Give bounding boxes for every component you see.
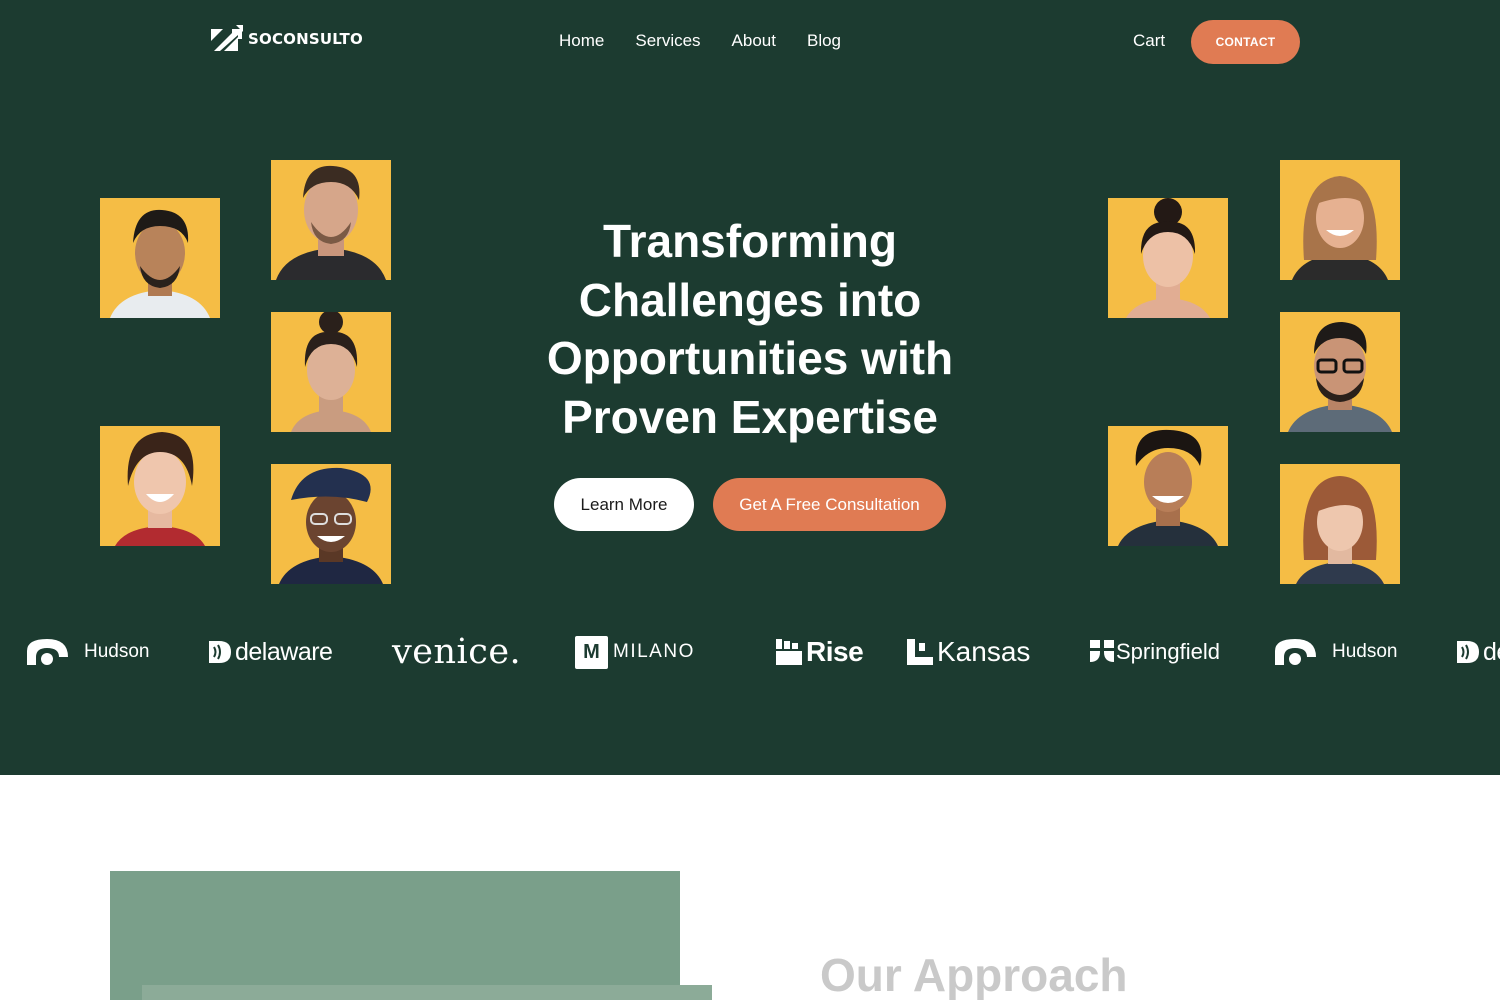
brand-logo-rise: Rise — [776, 632, 864, 672]
hudson-mark-icon — [27, 639, 68, 665]
nav-link-about[interactable]: About — [732, 31, 776, 51]
brand-name: delaware — [235, 637, 333, 666]
brand-name: Hudson — [1332, 641, 1398, 662]
springfield-mark-icon — [1090, 640, 1114, 662]
approach-image — [110, 871, 680, 1000]
delaware-mark-icon — [1457, 641, 1479, 663]
portrait-photo — [100, 198, 220, 318]
learn-more-button[interactable]: Learn More — [554, 478, 694, 531]
brand-name: delaware — [1483, 637, 1500, 666]
portrait-photo — [271, 464, 391, 584]
milano-mark-icon: M — [575, 635, 608, 669]
brand-name: Rise — [806, 636, 864, 667]
portrait-photo — [271, 160, 391, 280]
brand-name: Springfield — [1116, 639, 1220, 664]
portrait-photo — [100, 426, 220, 546]
nav-link-blog[interactable]: Blog — [807, 31, 841, 51]
contact-button[interactable]: CONTACT — [1191, 20, 1300, 64]
brand-logo-delaware: delaware — [208, 632, 333, 672]
portrait-photo — [1108, 426, 1228, 546]
nav-link-services[interactable]: Services — [635, 31, 700, 51]
logo-mark-icon — [211, 25, 243, 51]
brand-logo-hudson: Hudson — [1273, 632, 1398, 672]
brand-name: Kansas — [937, 636, 1031, 667]
nav-link-home[interactable]: Home — [559, 31, 604, 51]
portrait-photo — [1280, 464, 1400, 584]
delaware-mark-icon — [209, 641, 231, 663]
brand-logo-springfield: Springfield — [1090, 632, 1220, 672]
brand-logo-venice: venice. — [392, 632, 521, 672]
logo-text: SOCONSULTO — [248, 30, 363, 48]
approach-title: Our Approach — [820, 949, 1128, 1000]
brand-logo-kansas: Kansas — [907, 632, 1030, 672]
brand-logo-milano: M MILANO — [575, 632, 695, 672]
hero-section: SOCONSULTO Home Services About Blog Cart… — [0, 0, 1500, 775]
headline-line: Challenges into — [578, 273, 922, 326]
headline-line: Proven Expertise — [562, 390, 938, 443]
portrait-photo — [1280, 160, 1400, 280]
site-logo[interactable]: SOCONSULTO — [210, 25, 363, 53]
free-consultation-button[interactable]: Get A Free Consultation — [713, 478, 946, 531]
approach-image-overlay — [142, 985, 712, 1000]
portrait-photo — [271, 312, 391, 432]
portrait-photo — [1280, 312, 1400, 432]
hero-headline: Transforming Challenges into Opportuniti… — [500, 212, 1000, 446]
kansas-mark-icon — [907, 639, 933, 665]
brand-name: Hudson — [84, 641, 150, 662]
headline-line: Transforming — [603, 215, 897, 267]
brand-logo-hudson: Hudson — [25, 632, 150, 672]
portrait-photo — [1108, 198, 1228, 318]
rise-mark-icon — [776, 639, 802, 665]
brand-name: venice. — [392, 632, 522, 672]
main-nav: Home Services About Blog — [559, 31, 872, 51]
headline-line: Opportunities with — [546, 332, 954, 384]
cart-link[interactable]: Cart — [1133, 31, 1165, 51]
hudson-mark-icon — [1275, 639, 1316, 665]
brand-name: MILANO — [613, 641, 695, 662]
brand-logo-delaware: delaware — [1456, 632, 1500, 672]
